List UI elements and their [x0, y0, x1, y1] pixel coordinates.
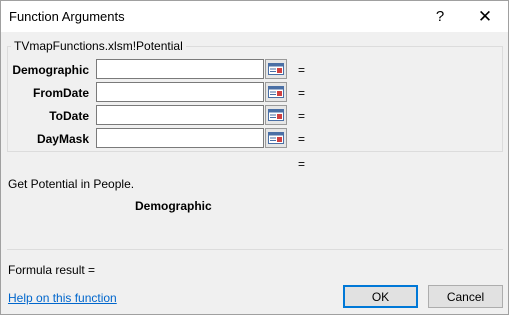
cancel-button[interactable]: Cancel [428, 285, 503, 308]
daymask-input[interactable] [96, 128, 264, 148]
arg-label-todate: ToDate [49, 109, 89, 123]
help-button[interactable]: ? [418, 1, 462, 32]
current-argument-name: Demographic [135, 199, 212, 213]
demographic-input[interactable] [96, 59, 264, 79]
title-bar: Function Arguments ? ✕ [1, 1, 508, 32]
group-label: TVmapFunctions.xlsm!Potential [11, 39, 186, 53]
collapse-dialog-icon [268, 63, 284, 75]
help-on-function-link[interactable]: Help on this function [8, 291, 117, 305]
demographic-equals: = [298, 63, 306, 77]
collapse-dialog-icon [268, 86, 284, 98]
todate-equals: = [298, 109, 306, 123]
function-description: Get Potential in People. [8, 177, 135, 191]
fromdate-input[interactable] [96, 82, 264, 102]
demographic-ref-button[interactable] [265, 59, 287, 79]
arg-label-demographic: Demographic [12, 63, 89, 77]
fromdate-equals: = [298, 86, 306, 100]
collapse-dialog-icon [268, 132, 284, 144]
window-title: Function Arguments [9, 9, 125, 24]
todate-ref-button[interactable] [265, 105, 287, 125]
divider [7, 249, 503, 250]
formula-result: Formula result = [8, 263, 96, 277]
arg-label-daymask: DayMask [36, 132, 89, 146]
daymask-equals: = [298, 132, 306, 146]
ok-button[interactable]: OK [343, 285, 418, 308]
close-button[interactable]: ✕ [463, 1, 507, 32]
fromdate-ref-button[interactable] [265, 82, 287, 102]
function-arguments-dialog: Function Arguments ? ✕ TVmapFunctions.xl… [0, 0, 509, 315]
daymask-ref-button[interactable] [265, 128, 287, 148]
arg-label-fromdate: FromDate [32, 86, 89, 100]
function-result-equals: = [298, 157, 306, 171]
collapse-dialog-icon [268, 109, 284, 121]
todate-input[interactable] [96, 105, 264, 125]
